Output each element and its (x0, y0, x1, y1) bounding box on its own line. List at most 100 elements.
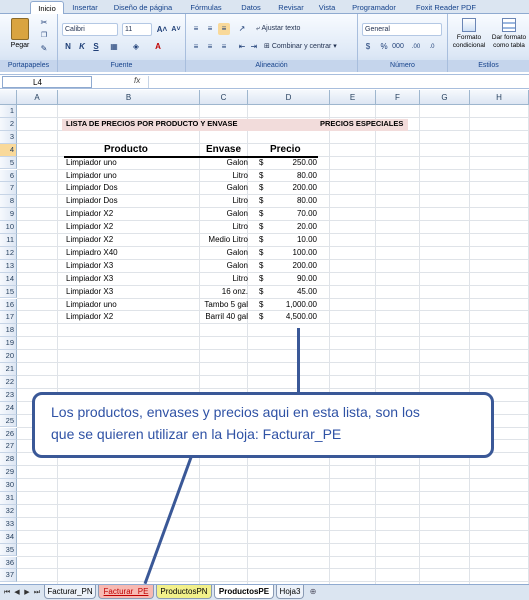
borders-icon[interactable]: ▦ (108, 41, 120, 53)
column-header[interactable]: D (248, 90, 330, 105)
tab-vista[interactable]: Vista (314, 1, 340, 14)
row-header[interactable]: 31 (0, 492, 17, 505)
row-header[interactable]: 18 (0, 324, 17, 338)
price-cell[interactable]: 4,500.00 (270, 311, 317, 324)
bold-button[interactable]: N (62, 41, 74, 53)
row-header[interactable]: 7 (0, 182, 17, 196)
product-cell[interactable]: Limpiador X2 (66, 234, 113, 247)
package-cell[interactable]: Litro (200, 170, 248, 183)
package-cell[interactable]: Medio Litro (200, 234, 248, 247)
price-cell[interactable]: 1,000.00 (270, 299, 317, 312)
price-cell[interactable]: 45.00 (270, 286, 317, 299)
worksheet-grid[interactable]: A B C D E F G H 1 2 3 4 5 6 7 8 9 10 11 12 13 14 15 16 17 18 19 20 2… (0, 90, 529, 584)
merge-center-button[interactable]: ⊞ Combinar y centrar ▾ (264, 41, 337, 53)
percent-icon[interactable]: % (378, 41, 390, 53)
product-cell[interactable]: Limpiador X2 (66, 221, 113, 234)
package-cell[interactable]: Galon (200, 182, 248, 195)
currency-icon[interactable]: $ (362, 41, 374, 53)
paste-button[interactable]: Pegar (6, 16, 34, 56)
row-header[interactable]: 29 (0, 466, 17, 480)
package-cell[interactable]: 16 onz. (200, 286, 248, 299)
product-cell[interactable]: Limpiador uno (66, 170, 117, 183)
row-header[interactable]: 16 (0, 298, 17, 312)
increase-indent-icon[interactable]: ⇥ (248, 41, 260, 53)
comma-style-icon[interactable]: 000 (392, 41, 404, 53)
product-cell[interactable]: Limpiador Dos (66, 182, 118, 195)
product-cell[interactable]: Limpiador X3 (66, 273, 113, 286)
row-header[interactable]: 27 (0, 440, 17, 454)
row-header[interactable]: 17 (0, 311, 17, 325)
column-header[interactable]: F (376, 90, 420, 105)
product-cell[interactable]: Limpiador uno (66, 299, 117, 312)
product-cell[interactable]: Limpiador X3 (66, 260, 113, 273)
product-cell[interactable]: Limpiador X2 (66, 208, 113, 221)
package-cell[interactable]: Galon (200, 247, 248, 260)
grow-font-icon[interactable]: A˄ (156, 24, 168, 36)
product-cell[interactable]: Limpiador X3 (66, 286, 113, 299)
package-cell[interactable]: Tambo 5 gal (200, 299, 248, 312)
column-header[interactable]: A (17, 90, 58, 105)
table-format-button[interactable]: Dar formato como tabla (490, 16, 528, 56)
package-cell[interactable]: Galon (200, 260, 248, 273)
first-sheet-icon[interactable]: ⏮ (3, 588, 11, 597)
fill-color-icon[interactable]: ◈ (130, 41, 142, 53)
package-cell[interactable]: Barril 40 gal (200, 311, 248, 324)
row-header[interactable]: 14 (0, 272, 17, 286)
row-header[interactable]: 13 (0, 259, 17, 273)
decrease-decimal-icon[interactable]: .0 (426, 41, 438, 53)
sheet-tab-productospn[interactable]: ProductosPN (156, 585, 212, 599)
number-format-select[interactable]: General (362, 23, 442, 36)
price-cell[interactable]: 80.00 (270, 170, 317, 183)
prev-sheet-icon[interactable]: ◀ (13, 588, 21, 597)
price-cell[interactable]: 20.00 (270, 221, 317, 234)
row-header[interactable]: 22 (0, 375, 17, 389)
package-cell[interactable]: Litro (200, 273, 248, 286)
shrink-font-icon[interactable]: A˅ (170, 24, 182, 36)
package-cell[interactable]: Galon (200, 157, 248, 170)
font-size-select[interactable]: 11 (122, 23, 152, 36)
underline-button[interactable]: S (90, 41, 102, 53)
fx-icon[interactable]: fx (134, 76, 140, 85)
product-cell[interactable]: Limpiador uno (66, 157, 117, 170)
format-painter-icon[interactable]: ✎ (38, 43, 50, 55)
row-header[interactable]: 1 (0, 105, 17, 118)
orientation-icon[interactable]: ↗ (236, 23, 248, 35)
price-cell[interactable]: 80.00 (270, 195, 317, 208)
sheet-tab-hoja3[interactable]: Hoja3 (276, 585, 304, 599)
row-header[interactable]: 19 (0, 337, 17, 351)
last-sheet-icon[interactable]: ⏭ (33, 588, 41, 597)
package-cell[interactable]: Litro (200, 221, 248, 234)
conditional-format-button[interactable]: Formato condicional (450, 16, 488, 56)
row-header[interactable]: 23 (0, 388, 17, 402)
product-cell[interactable]: Limpiador Dos (66, 195, 118, 208)
align-right-icon[interactable]: ≡ (218, 41, 230, 53)
sheet-tab-facturar-pe[interactable]: Facturar_PE (98, 585, 154, 599)
tab-datos[interactable]: Datos (236, 1, 266, 14)
tab-programador[interactable]: Programador (346, 1, 402, 14)
row-header[interactable]: 24 (0, 401, 17, 415)
copy-icon[interactable]: ❐ (38, 30, 50, 42)
price-cell[interactable]: 100.00 (270, 247, 317, 260)
price-cell[interactable]: 200.00 (270, 182, 317, 195)
align-middle-icon[interactable]: ≡ (204, 23, 216, 35)
price-cell[interactable]: 10.00 (270, 234, 317, 247)
product-cell[interactable]: Limpiadro X40 (66, 247, 118, 260)
row-header[interactable]: 5 (0, 156, 17, 170)
formula-input[interactable] (148, 76, 526, 88)
column-header[interactable]: B (58, 90, 200, 105)
row-header[interactable]: 9 (0, 208, 17, 222)
column-header[interactable]: H (470, 90, 529, 105)
cut-icon[interactable]: ✂ (38, 17, 50, 29)
row-header[interactable]: 20 (0, 350, 17, 363)
package-cell[interactable]: Litro (200, 195, 248, 208)
product-cell[interactable]: Limpiador X2 (66, 311, 113, 324)
next-sheet-icon[interactable]: ▶ (23, 588, 31, 597)
price-cell[interactable]: 250.00 (270, 157, 317, 170)
align-top-icon[interactable]: ≡ (190, 23, 202, 35)
tab-insertar[interactable]: Insertar (68, 1, 102, 14)
row-header[interactable]: 12 (0, 246, 17, 260)
align-center-icon[interactable]: ≡ (204, 41, 216, 53)
row-header[interactable]: 10 (0, 221, 17, 234)
row-header[interactable]: 26 (0, 427, 17, 441)
row-header[interactable]: 30 (0, 479, 17, 492)
